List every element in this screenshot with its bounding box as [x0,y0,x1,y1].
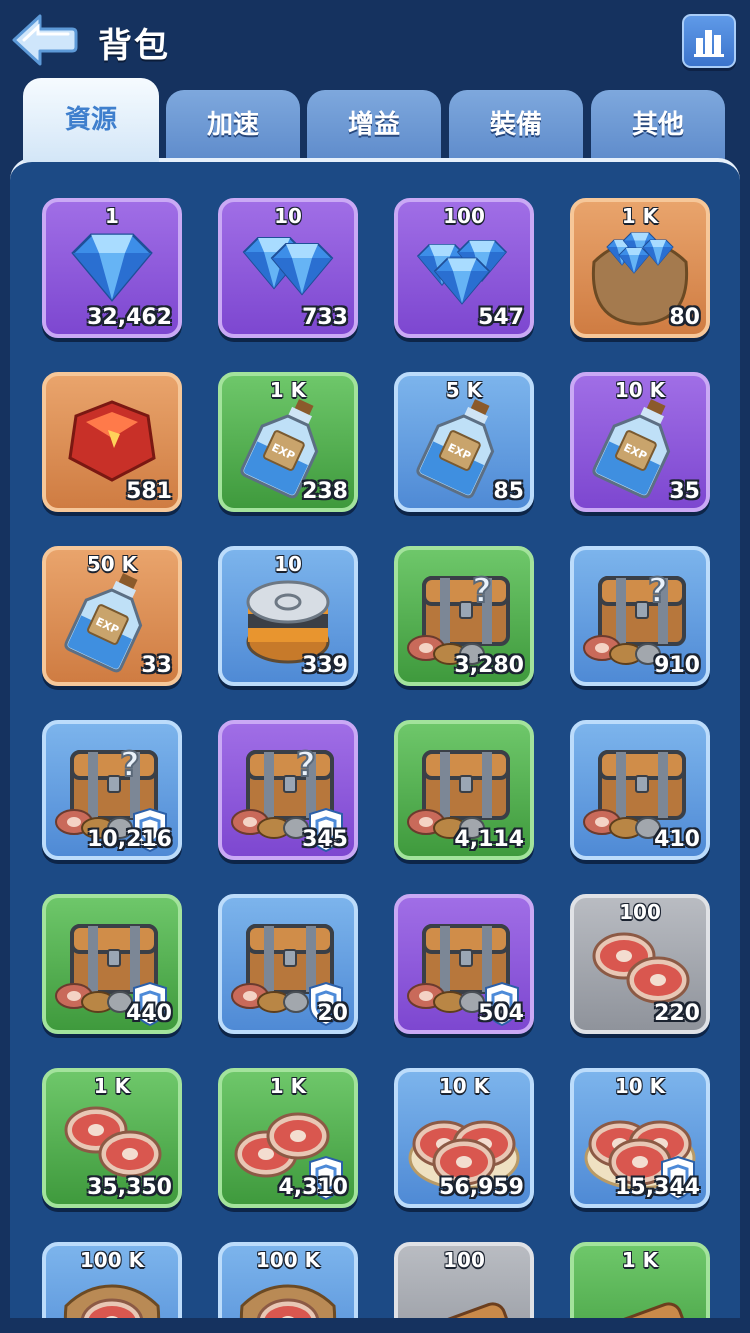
item-amount-label: 10 K [614,378,666,402]
svg-text:?: ? [648,571,668,611]
item-count: 33 [141,653,172,678]
tab-label: 加速 [206,109,259,140]
item-amount-label: 1 K [269,378,307,402]
item-amount-label: 1 K [621,204,659,228]
inventory-item[interactable]: 1 K 80 [570,198,710,338]
bar-chart-icon [694,30,724,57]
inventory-item[interactable]: 100 547 [394,198,534,338]
item-amount-label: 5 K [445,378,483,402]
item-count: 339 [302,653,348,678]
inventory-item[interactable]: ? 10,216 [42,720,182,860]
item-amount-label: 100 [443,1248,485,1272]
inventory-item[interactable]: 581 [42,372,182,512]
header: 背包 [0,0,750,85]
item-count: 410 [654,827,700,852]
inventory-item[interactable]: 1 32,462 [42,198,182,338]
tab-speedups[interactable]: 加速 [166,90,300,162]
inventory-item[interactable]: 10 K 15,344 [570,1068,710,1208]
svg-text:?: ? [472,571,492,611]
item-amount-label: 100 [619,900,661,924]
inventory-item[interactable]: ? 910 [570,546,710,686]
svg-text:?: ? [120,745,140,785]
item-count: 733 [302,305,348,330]
tab-label: 增益 [347,109,400,140]
tab-bar: 資源 加速 增益 裝備 其他 [23,78,733,162]
inventory-item[interactable]: 100 K [218,1242,358,1318]
tab-resources[interactable]: 資源 [23,78,159,162]
item-count: 80 [669,305,700,330]
inventory-item[interactable]: 10 339 [218,546,358,686]
item-count: 220 [654,1001,700,1026]
item-count: 4,310 [278,1175,348,1200]
page-title: 背包 [98,26,170,66]
inventory-item[interactable]: 1 K 4,310 [218,1068,358,1208]
inventory-item[interactable]: 4,114 [394,720,534,860]
item-amount-label: 10 K [614,1074,666,1098]
item-count: 4,114 [454,827,524,852]
back-button[interactable] [10,12,80,68]
item-amount-label: 10 [274,552,302,576]
item-count: 32,462 [87,305,172,330]
item-amount-label: 10 [274,204,302,228]
inventory-item[interactable]: EXP 1 K 238 [218,372,358,512]
inventory-item[interactable]: 1 K 35,350 [42,1068,182,1208]
inventory-item[interactable]: 10 733 [218,198,358,338]
inventory-item[interactable]: ? 3,280 [394,546,534,686]
item-amount-label: 100 K [79,1248,145,1272]
item-count: 238 [302,479,348,504]
inventory-item[interactable]: EXP 10 K 35 [570,372,710,512]
tab-boosts[interactable]: 增益 [307,90,441,162]
tab-label: 其他 [631,109,684,140]
item-count: 910 [654,653,700,678]
item-count: 547 [478,305,524,330]
inventory-item[interactable]: 100 [394,1242,534,1318]
inventory-item[interactable]: 410 [570,720,710,860]
item-count: 10,216 [87,827,172,852]
item-amount-label: 1 K [269,1074,307,1098]
item-amount-label: 1 K [621,1248,659,1272]
inventory-item[interactable]: 10 K 56,959 [394,1068,534,1208]
item-count: 35 [669,479,700,504]
inventory-item[interactable]: ? 345 [218,720,358,860]
tab-label: 資源 [64,104,117,135]
item-count: 345 [302,827,348,852]
item-amount-label: 10 K [438,1074,490,1098]
item-count: 504 [478,1001,524,1026]
tab-equipment[interactable]: 裝備 [449,90,583,162]
item-count: 15,344 [615,1175,700,1200]
inventory-item[interactable]: 1 K [570,1242,710,1318]
item-count: 20 [317,1001,348,1026]
tab-label: 裝備 [489,109,542,140]
item-amount-label: 50 K [86,552,138,576]
item-count: 35,350 [87,1175,172,1200]
inventory-item[interactable]: 504 [394,894,534,1034]
item-count: 3,280 [454,653,524,678]
inventory-item[interactable]: EXP 50 K 33 [42,546,182,686]
item-amount-label: 1 [105,204,119,228]
inventory-panel: 1 32,462 10 733 100 547 1 K 80 581 EXP 1 K 238 … [10,158,740,1318]
inventory-item[interactable]: 100 220 [570,894,710,1034]
inventory-item[interactable]: 440 [42,894,182,1034]
item-count: 581 [126,479,172,504]
item-amount-label: 100 K [255,1248,321,1272]
stats-button[interactable] [682,14,736,68]
item-count: 440 [126,1001,172,1026]
inventory-item[interactable]: 20 [218,894,358,1034]
item-amount-label: 100 [443,204,485,228]
tab-others[interactable]: 其他 [591,90,725,162]
inventory-item[interactable]: 100 K [42,1242,182,1318]
inventory-item[interactable]: EXP 5 K 85 [394,372,534,512]
item-count: 56,959 [439,1175,524,1200]
item-count: 85 [493,479,524,504]
back-arrow-icon [12,14,78,66]
svg-text:?: ? [296,745,316,785]
item-amount-label: 1 K [93,1074,131,1098]
